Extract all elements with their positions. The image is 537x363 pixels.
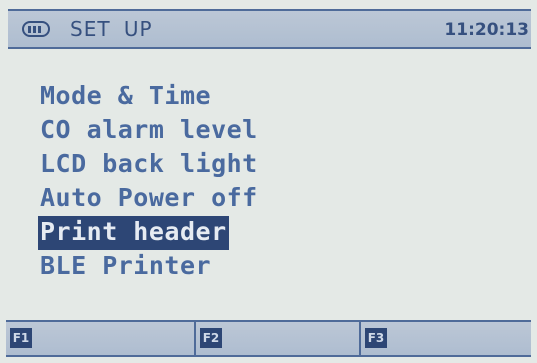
menu-item-auto-power-off[interactable]: Auto Power off [38,182,260,216]
clock-time: 11:20:13 [444,20,529,40]
menu-item-co-alarm-level[interactable]: CO alarm level [38,114,260,148]
f2-key[interactable]: F2 [196,322,361,355]
lcd-screen: SET UP 11:20:13 Mode & Time CO alarm lev… [0,0,537,363]
setup-menu: Mode & Time CO alarm level LCD back ligh… [38,80,260,284]
status-bar: SET UP 11:20:13 [8,9,531,49]
f2-key-label: F2 [200,328,222,348]
f3-key[interactable]: F3 [361,322,527,355]
function-key-bar: F1 F2 F3 [6,320,531,357]
menu-item-lcd-back-light[interactable]: LCD back light [38,148,260,182]
f1-key[interactable]: F1 [6,322,196,355]
screen-title: SET UP [70,17,153,41]
menu-item-ble-printer[interactable]: BLE Printer [38,250,260,284]
battery-icon [22,21,50,37]
menu-item-mode-time[interactable]: Mode & Time [38,80,260,114]
f1-key-label: F1 [10,328,32,348]
menu-item-print-header[interactable]: Print header [38,216,229,250]
f3-key-label: F3 [365,328,387,348]
